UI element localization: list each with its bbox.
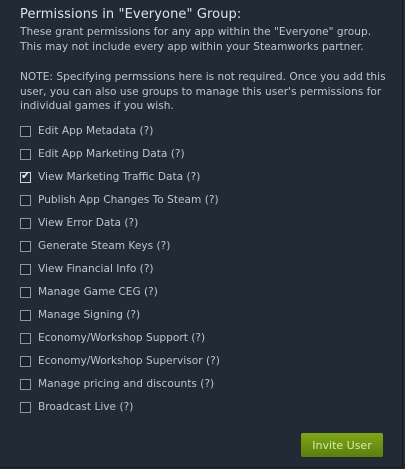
permissions-note: NOTE: Specifying permssions here is not …: [20, 71, 386, 112]
checkmark-icon: ✔: [21, 168, 31, 182]
permission-manage-signing[interactable]: Manage Signing (?): [20, 308, 140, 322]
invite-user-button[interactable]: Invite User: [301, 433, 383, 457]
permission-label: Manage Game CEG (?): [38, 286, 158, 298]
permission-label: View Error Data (?): [38, 217, 139, 229]
permission-generate-steam-keys[interactable]: Generate Steam Keys (?): [20, 239, 170, 253]
permissions-panel: Permissions in "Everyone" Group: These g…: [0, 0, 403, 468]
checkbox[interactable]: [20, 263, 31, 275]
checkbox[interactable]: [20, 355, 31, 367]
checkbox[interactable]: [20, 309, 31, 321]
group-description: These grant permissions for any app with…: [20, 26, 372, 53]
permission-label: Manage Signing (?): [38, 309, 141, 321]
checkbox[interactable]: ✔: [20, 168, 31, 183]
permission-label: Economy/Workshop Supervisor (?): [38, 355, 220, 367]
permission-label: Manage pricing and discounts (?): [38, 378, 215, 390]
checkbox[interactable]: [20, 194, 31, 206]
permission-economy-workshop-supervisor[interactable]: Economy/Workshop Supervisor (?): [20, 354, 220, 368]
permission-broadcast-live[interactable]: Broadcast Live (?): [20, 400, 133, 414]
permission-label: Economy/Workshop Support (?): [38, 332, 206, 344]
permission-label: Edit App Marketing Data (?): [38, 148, 185, 160]
permission-economy-workshop-support[interactable]: Economy/Workshop Support (?): [20, 331, 205, 345]
permission-view-financial-info[interactable]: View Financial Info (?): [20, 262, 154, 276]
checkbox[interactable]: [20, 401, 31, 413]
group-title: Permissions in "Everyone" Group:: [20, 7, 242, 22]
permission-label: Broadcast Live (?): [38, 401, 134, 413]
permission-view-error-data[interactable]: View Error Data (?): [20, 216, 138, 230]
permission-view-marketing-traffic-data[interactable]: ✔ View Marketing Traffic Data (?): [20, 168, 201, 184]
permission-manage-game-ceg[interactable]: Manage Game CEG (?): [20, 285, 158, 299]
permission-edit-app-marketing-data[interactable]: Edit App Marketing Data (?): [20, 147, 185, 161]
checkbox[interactable]: [20, 217, 31, 229]
permission-publish-app-changes[interactable]: Publish App Changes To Steam (?): [20, 193, 219, 207]
permission-label: View Marketing Traffic Data (?): [38, 171, 201, 183]
checkbox[interactable]: [20, 125, 31, 137]
permission-label: Edit App Metadata (?): [38, 125, 154, 137]
checkbox[interactable]: [20, 332, 31, 344]
checkbox[interactable]: [20, 240, 31, 252]
permission-label: Generate Steam Keys (?): [38, 240, 171, 252]
checkbox[interactable]: [20, 148, 31, 160]
permission-label: Publish App Changes To Steam (?): [38, 194, 219, 206]
checkbox[interactable]: [20, 378, 31, 390]
permission-manage-pricing-discounts[interactable]: Manage pricing and discounts (?): [20, 377, 214, 391]
permission-label: View Financial Info (?): [38, 263, 154, 275]
permission-edit-app-metadata[interactable]: Edit App Metadata (?): [20, 124, 153, 138]
checkbox[interactable]: [20, 286, 31, 298]
